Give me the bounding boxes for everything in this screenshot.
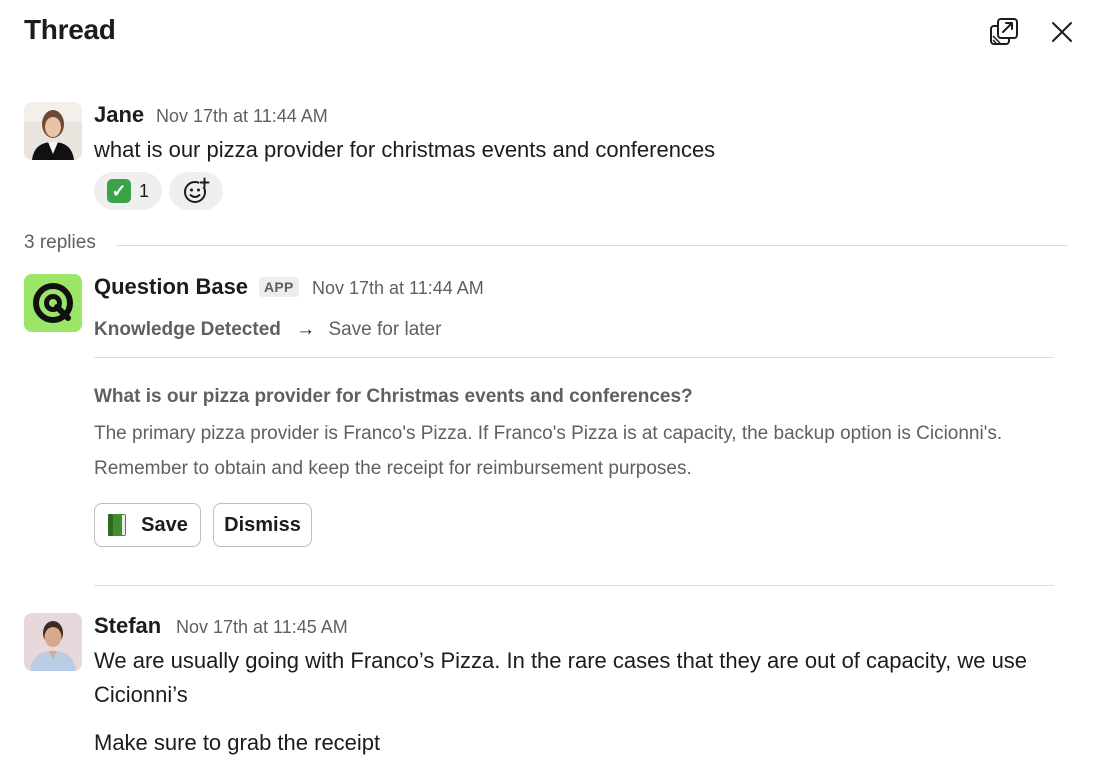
sender-name[interactable]: Stefan <box>94 613 161 639</box>
dismiss-button[interactable]: Dismiss <box>213 503 312 547</box>
add-reaction-button[interactable] <box>169 172 223 210</box>
message-question-base: Question Base APP Nov 17th at 11:44 AM K… <box>24 274 1074 586</box>
message-timestamp[interactable]: Nov 17th at 11:44 AM <box>312 278 484 299</box>
add-reaction-icon <box>184 177 210 203</box>
avatar[interactable] <box>24 613 82 671</box>
divider-line <box>94 357 1054 358</box>
question-base-logo-icon <box>24 274 82 332</box>
message-jane: Jane Nov 17th at 11:44 AM what is our pi… <box>24 102 1074 222</box>
knowledge-status: Knowledge Detected <box>94 319 281 340</box>
answer-text: The primary pizza provider is Franco's P… <box>94 423 1003 479</box>
sender-name[interactable]: Question Base <box>94 274 248 300</box>
message-timestamp[interactable]: Nov 17th at 11:44 AM <box>156 106 328 127</box>
thread-title: Thread <box>24 14 116 45</box>
close-icon <box>1052 22 1072 42</box>
arrow-icon: → <box>296 319 316 340</box>
thread-header: Thread <box>0 0 1098 66</box>
app-badge: APP <box>259 277 299 297</box>
app-avatar[interactable] <box>24 274 82 332</box>
close-button[interactable] <box>1042 12 1082 52</box>
knowledge-status-row: Knowledge Detected → Save for later <box>94 319 441 341</box>
reaction-count: 1 <box>138 180 149 201</box>
message-text-2: Make sure to grab the receipt <box>94 730 381 755</box>
save-button-label: Save <box>141 513 188 536</box>
sender-name[interactable]: Jane <box>94 102 144 128</box>
divider-line <box>94 585 1054 586</box>
save-button[interactable]: Save <box>94 503 201 547</box>
avatar[interactable] <box>24 102 82 160</box>
check-mark-icon: ✓ <box>106 179 131 203</box>
replies-count: 3 replies <box>24 232 96 253</box>
knowledge-action: Save for later <box>328 319 442 340</box>
divider-line <box>116 245 1068 246</box>
open-in-new-window-icon <box>990 18 1018 45</box>
message-text: We are usually going with Franco’s Pizza… <box>94 648 1028 707</box>
replies-divider: 3 replies <box>24 230 1068 260</box>
dismiss-button-label: Dismiss <box>224 513 301 536</box>
message-stefan: Stefan Nov 17th at 11:45 AM We are usual… <box>24 613 1074 763</box>
message-timestamp[interactable]: Nov 17th at 11:45 AM <box>176 617 348 638</box>
open-in-new-window-button[interactable] <box>984 12 1024 52</box>
reaction-white-check-mark[interactable]: ✓ 1 <box>94 172 162 210</box>
green-book-icon <box>108 514 127 536</box>
message-text: what is our pizza provider for christmas… <box>94 137 716 162</box>
question-title: What is our pizza provider for Christmas… <box>94 386 693 407</box>
